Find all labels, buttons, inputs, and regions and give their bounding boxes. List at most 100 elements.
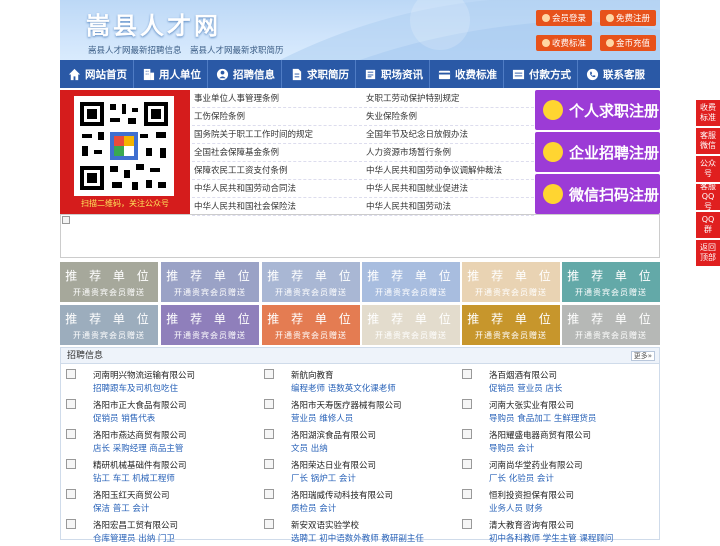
floating-sidebar: 收费标准 客服微信 公众号 客服QQ号 QQ群 返回顶部 (696, 100, 720, 268)
job-item[interactable]: 洛阳市燕达商贸有限公司 店长 采购经理 商品主管 (61, 426, 251, 456)
site-title[interactable]: 嵩县人才网 (86, 6, 221, 41)
company-logo (264, 369, 274, 379)
recommended-tile[interactable]: 推 荐 单 位开通贵宾会员赠送 (362, 262, 460, 302)
recommended-tile[interactable]: 推 荐 单 位开通贵宾会员赠送 (262, 305, 360, 345)
recruit-icon (216, 68, 229, 80)
company-logo (264, 489, 274, 499)
site-header: 嵩县人才网 嵩县人才网最新招聘信息 嵩县人才网最新求职简历 会员登录 免费注册 … (60, 0, 660, 60)
wechat-register-button[interactable]: 微信扫码注册 (535, 174, 660, 214)
float-service-qq[interactable]: 客服QQ号 (696, 182, 720, 211)
building-icon (143, 68, 155, 80)
company-logo (462, 399, 472, 409)
float-service-wechat[interactable]: 客服微信 (696, 128, 720, 154)
policy-link[interactable]: 中华人民共和国劳动合同法 (192, 180, 362, 198)
register-button[interactable]: 免费注册 (600, 10, 656, 26)
nav-payment[interactable]: 付款方式 (504, 60, 578, 88)
broken-image-icon (62, 216, 70, 224)
job-item[interactable]: 洛阳荣达日业有限公司 厂长 锅炉工 会计 (259, 456, 449, 486)
recommended-tile[interactable]: 推 荐 单 位开通贵宾会员赠送 (362, 305, 460, 345)
nav-news[interactable]: 职场资讯 (356, 60, 430, 88)
qr-panel: 扫描二维码，关注公众号 (60, 90, 190, 214)
recommended-tile[interactable]: 推 荐 单 位开通贵宾会员赠送 (462, 262, 560, 302)
float-official-account[interactable]: 公众号 (696, 156, 720, 182)
policy-links-right: 女职工劳动保护特别规定 失业保险条例 全国年节及纪念日放假办法 人力资源市场暂行… (364, 90, 534, 216)
policy-link[interactable]: 全国社会保障基金条例 (192, 144, 362, 162)
policy-link[interactable]: 人力资源市场暂行条例 (364, 144, 534, 162)
job-item[interactable]: 洛阳市天寿医疗器械有限公司 营业员 维修人员 (259, 396, 449, 426)
recommended-tile[interactable]: 推 荐 单 位开通贵宾会员赠送 (562, 262, 660, 302)
float-back-to-top[interactable]: 返回顶部 (696, 240, 720, 266)
job-item[interactable]: 洛百烟酒有限公司 促销员 营业员 店长 (457, 366, 647, 396)
policy-link[interactable]: 中华人民共和国劳动争议调解仲裁法 (364, 162, 534, 180)
job-item[interactable]: 洛阳湖滨食品有限公司 文员 出纳 (259, 426, 449, 456)
company-logo (66, 429, 76, 439)
job-item[interactable]: 恒利投资担保有限公司 业务人员 财务 (457, 486, 647, 516)
recommended-tile[interactable]: 推 荐 单 位开通贵宾会员赠送 (562, 305, 660, 345)
company-logo (264, 459, 274, 469)
recharge-button[interactable]: 金币充值 (600, 35, 656, 51)
company-logo (264, 519, 274, 529)
job-item[interactable]: 洛阳瑞威传动科技有限公司 质检员 会计 (259, 486, 449, 516)
section-title: 招聘信息 (67, 351, 104, 361)
price-icon (438, 70, 451, 79)
job-item[interactable]: 新安双语实验学校 选聘工 初中语数外教师 教研副主任 (259, 516, 449, 546)
resume-icon (292, 68, 302, 80)
nav-resume[interactable]: 求职简历 (282, 60, 356, 88)
company-logo (462, 489, 472, 499)
pricing-button[interactable]: 收费标准 (536, 35, 592, 51)
job-item[interactable]: 洛阳耀盛电器商贸有限公司 导购员 会计 (457, 426, 647, 456)
company-icon (543, 142, 563, 162)
job-item[interactable]: 清大教育咨询有限公司 初中各科教师 学生主管 课程顾问 (457, 516, 647, 546)
phone-icon (586, 68, 599, 80)
wechat-icon (543, 184, 563, 204)
login-button[interactable]: 会员登录 (536, 10, 592, 26)
nav-contact[interactable]: 联系客服 (578, 60, 660, 88)
recommended-tile[interactable]: 推 荐 单 位开通贵宾会员赠送 (60, 262, 158, 302)
recommended-tile[interactable]: 推 荐 单 位开通贵宾会员赠送 (462, 305, 560, 345)
banner-ad[interactable] (60, 214, 660, 258)
policy-link[interactable]: 国务院关于职工工作时间的规定 (192, 126, 362, 144)
policy-link[interactable]: 事业单位人事管理条例 (192, 90, 362, 108)
coin-icon (605, 39, 614, 47)
qr-caption: 扫描二维码，关注公众号 (81, 199, 169, 208)
policy-link[interactable]: 中华人民共和国就业促进法 (364, 180, 534, 198)
policy-links-left: 事业单位人事管理条例 工伤保险条例 国务院关于职工工作时间的规定 全国社会保障基… (192, 90, 362, 216)
company-register-button[interactable]: 企业招聘注册 (535, 132, 660, 172)
nav-employers[interactable]: 用人单位 (134, 60, 208, 88)
company-logo (66, 399, 76, 409)
person-icon (543, 100, 563, 120)
recommended-tile[interactable]: 推 荐 单 位开通贵宾会员赠送 (60, 305, 158, 345)
float-qq-group[interactable]: QQ群 (696, 212, 720, 238)
float-pricing[interactable]: 收费标准 (696, 100, 720, 126)
job-listings: 招聘信息 更多» 河南明兴物流运输有限公司 招聘跟车及司机包吃住 新航向教育 编程老… (60, 347, 660, 544)
news-icon (365, 69, 376, 79)
qr-code-icon[interactable] (74, 96, 174, 196)
company-logo (462, 519, 472, 529)
home-icon (68, 68, 81, 80)
policy-link[interactable]: 工伤保险条例 (192, 108, 362, 126)
nav-recruit[interactable]: 招聘信息 (208, 60, 282, 88)
policy-link[interactable]: 全国年节及纪念日放假办法 (364, 126, 534, 144)
personal-register-button[interactable]: 个人求职注册 (535, 90, 660, 130)
job-item[interactable]: 河南大张实业有限公司 导购员 食品加工 生鲜理货员 (457, 396, 647, 426)
main-nav: 网站首页 用人单位 招聘信息 求职简历 职场资讯 收费标准 付款方式 联系客服 (60, 60, 660, 88)
recommended-tile[interactable]: 推 荐 单 位开通贵宾会员赠送 (262, 262, 360, 302)
job-item[interactable]: 河南明兴物流运输有限公司 招聘跟车及司机包吃住 (61, 366, 251, 396)
policy-link[interactable]: 失业保险条例 (364, 108, 534, 126)
job-item[interactable]: 洛阳市正大食品有限公司 促销员 销售代表 (61, 396, 251, 426)
company-logo (462, 369, 472, 379)
nav-pricing[interactable]: 收费标准 (430, 60, 504, 88)
job-item[interactable]: 新航向教育 编程老师 语数英文化课老师 (259, 366, 449, 396)
recommended-tile[interactable]: 推 荐 单 位开通贵宾会员赠送 (161, 262, 259, 302)
job-item[interactable]: 洛阳玉红天商贸公司 保洁 普工 会计 (61, 486, 251, 516)
nav-home[interactable]: 网站首页 (60, 60, 134, 88)
job-item[interactable]: 河南尚华堂药业有限公司 厂长 化验员 会计 (457, 456, 647, 486)
job-item[interactable]: 精研机械基础件有限公司 钻工 车工 机械工程师 (61, 456, 251, 486)
company-logo (264, 399, 274, 409)
top-section: 扫描二维码，关注公众号 事业单位人事管理条例 工伤保险条例 国务院关于职工工作时… (60, 90, 660, 218)
recommended-tile[interactable]: 推 荐 单 位开通贵宾会员赠送 (161, 305, 259, 345)
policy-link[interactable]: 女职工劳动保护特别规定 (364, 90, 534, 108)
policy-link[interactable]: 保障农民工工资支付条例 (192, 162, 362, 180)
job-item[interactable]: 洛阳宏昌工贸有限公司 仓库管理员 出纳 门卫 (61, 516, 251, 546)
more-link[interactable]: 更多» (630, 351, 655, 361)
